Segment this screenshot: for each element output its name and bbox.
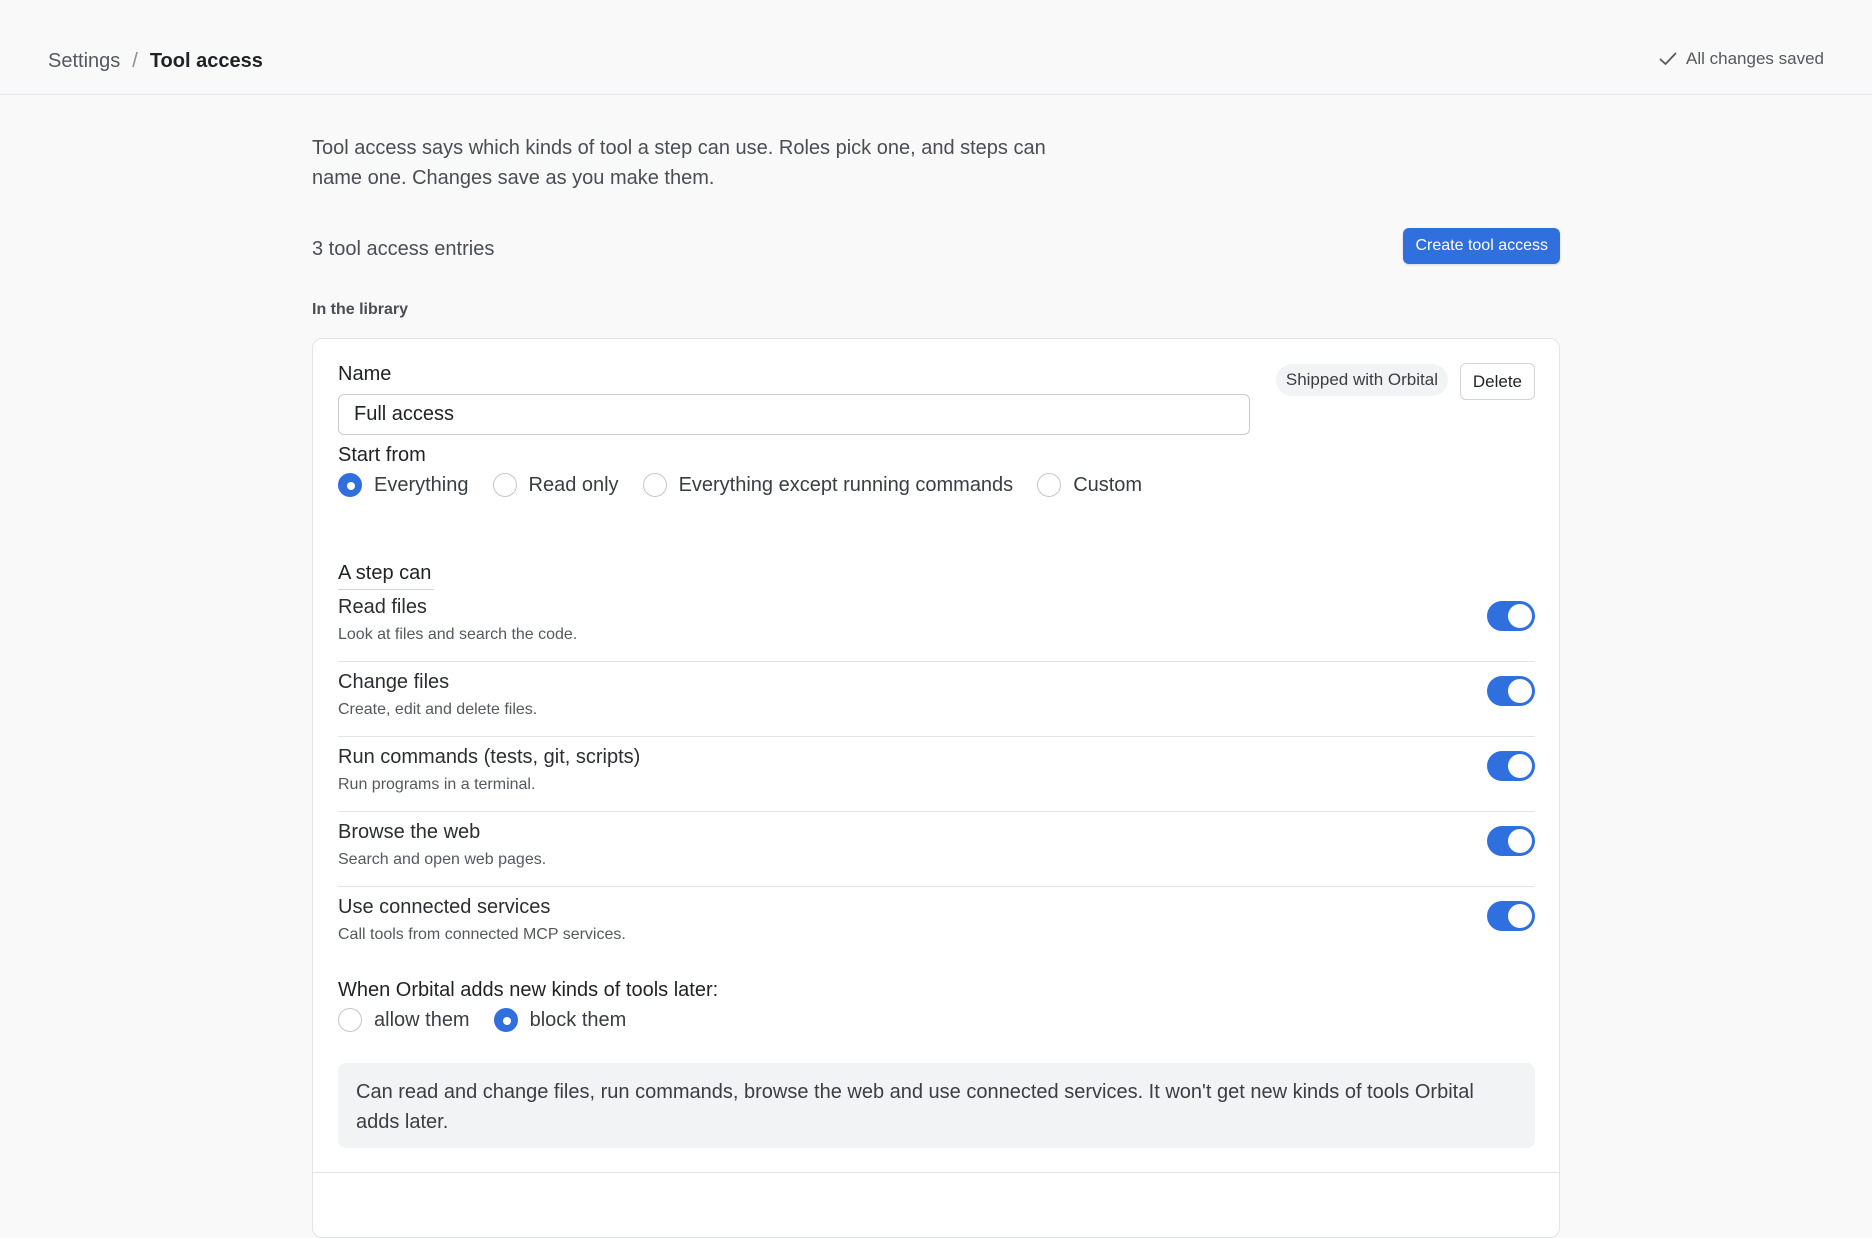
- connected-services-toggle[interactable]: [1487, 901, 1535, 931]
- radio-label: Read only: [528, 473, 619, 496]
- radio-button[interactable]: [338, 1008, 362, 1032]
- breadcrumb-current: Tool access: [149, 50, 263, 72]
- new-tools-option-allow[interactable]: allow them: [338, 1008, 470, 1032]
- start-option-everything-except-commands[interactable]: Everything except running commands: [642, 473, 1014, 497]
- permission-row-browse-web: Browse the web Search and open web pages…: [338, 812, 1535, 887]
- permission-description: Create, edit and delete files.: [338, 701, 538, 718]
- new-tools-option-block[interactable]: block them: [493, 1008, 627, 1032]
- permission-description: Search and open web pages.: [338, 851, 547, 868]
- name-input[interactable]: [338, 394, 1250, 435]
- radio-button[interactable]: [642, 473, 667, 497]
- toggle-knob: [1508, 604, 1532, 628]
- radio-label: Everything: [374, 473, 469, 496]
- radio-label: allow them: [374, 1008, 470, 1031]
- step-can-heading: A step can: [338, 562, 432, 584]
- permission-description: Look at files and search the code.: [338, 626, 578, 643]
- access-summary: Can read and change files, run commands,…: [338, 1063, 1535, 1148]
- radio-label: block them: [529, 1008, 627, 1031]
- breadcrumb-settings-link[interactable]: Settings: [48, 48, 120, 74]
- create-tool-access-button[interactable]: Create tool access: [1403, 228, 1560, 264]
- read-files-toggle[interactable]: [1487, 601, 1535, 631]
- new-tools-label: When Orbital adds new kinds of tools lat…: [338, 979, 719, 1001]
- permission-title: Browse the web: [338, 821, 481, 843]
- radio-button[interactable]: [493, 1008, 518, 1032]
- start-option-custom[interactable]: Custom: [1037, 473, 1142, 497]
- start-from-label: Start from: [338, 444, 426, 466]
- check-icon: [1659, 52, 1677, 66]
- permission-row-read-files: Read files Look at files and search the …: [338, 587, 1535, 662]
- run-commands-toggle[interactable]: [1487, 751, 1535, 781]
- toggle-knob: [1508, 754, 1532, 778]
- permission-row-change-files: Change files Create, edit and delete fil…: [338, 662, 1535, 737]
- toggle-knob: [1508, 829, 1532, 853]
- start-from-radio-group: Everything Read only Everything except r…: [338, 473, 1166, 497]
- toggle-knob: [1508, 679, 1532, 703]
- new-tools-radio-group: allow them block them: [338, 1008, 650, 1032]
- breadcrumb: Settings / Tool access: [48, 48, 263, 74]
- save-status: All changes saved: [1659, 49, 1824, 69]
- permission-title: Use connected services: [338, 896, 551, 918]
- save-status-text: All changes saved: [1686, 49, 1824, 68]
- permission-description: Call tools from connected MCP services.: [338, 926, 626, 943]
- section-label-library: In the library: [312, 301, 409, 318]
- radio-button[interactable]: [338, 473, 362, 497]
- permission-description: Run programs in a terminal.: [338, 776, 536, 793]
- browse-web-toggle[interactable]: [1487, 826, 1535, 856]
- permission-title: Read files: [338, 596, 427, 618]
- toggle-knob: [1508, 904, 1532, 928]
- change-files-toggle[interactable]: [1487, 676, 1535, 706]
- delete-button[interactable]: Delete: [1459, 363, 1535, 400]
- start-option-read-only[interactable]: Read only: [492, 473, 619, 497]
- radio-button[interactable]: [492, 473, 517, 497]
- permission-row-connected-services: Use connected services Call tools from c…: [338, 887, 1535, 962]
- name-label: Name: [338, 363, 392, 385]
- permission-title: Run commands (tests, git, scripts): [338, 746, 641, 768]
- entries-count: 3 tool access entries: [312, 238, 495, 260]
- radio-label: Custom: [1073, 473, 1143, 496]
- top-bar: Settings / Tool access All changes saved: [0, 0, 1872, 95]
- tool-access-card: Name Shipped with Orbital Delete Start f…: [312, 338, 1560, 1238]
- permission-list: Read files Look at files and search the …: [338, 587, 1535, 962]
- start-option-everything[interactable]: Everything: [338, 473, 469, 497]
- intro-text: Tool access says which kinds of tool a s…: [312, 137, 1046, 189]
- permission-title: Change files: [338, 671, 450, 693]
- radio-button[interactable]: [1037, 473, 1062, 497]
- radio-label: Everything except running commands: [678, 473, 1014, 496]
- permission-row-run-commands: Run commands (tests, git, scripts) Run p…: [338, 737, 1535, 812]
- card-divider: [313, 1172, 1559, 1173]
- shipped-badge: Shipped with Orbital: [1275, 364, 1448, 396]
- breadcrumb-separator: /: [132, 50, 138, 72]
